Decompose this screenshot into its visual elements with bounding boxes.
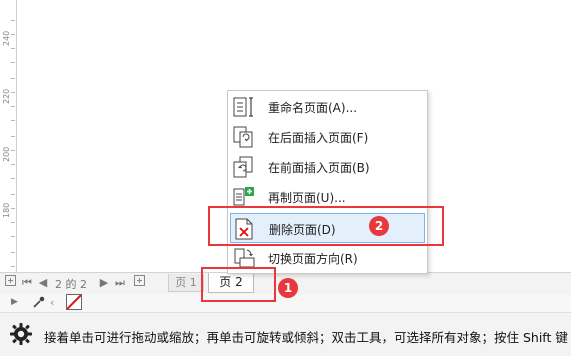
expand-arrow-icon[interactable]: ▶	[11, 297, 18, 307]
menu-item-insert-page-before[interactable]: 在前面插入页面(B)	[228, 152, 427, 182]
menu-item-insert-page-after[interactable]: 在后面插入页面(F)	[228, 122, 427, 152]
menu-item-rename-page[interactable]: 重命名页面(A)...	[228, 92, 427, 122]
highlight-box-page-tab	[201, 267, 276, 302]
page-options-icon[interactable]	[4, 275, 16, 291]
previous-page-button[interactable]: ◀	[37, 275, 49, 291]
highlight-box-delete	[208, 206, 444, 246]
menu-item-label: 再制页面(U)...	[268, 191, 346, 205]
menu-item-label: 切换页面方向(R)	[268, 252, 358, 266]
vertical-ruler[interactable]: 240 220 200 180	[0, 0, 17, 272]
ruler-label-180: 180	[2, 202, 11, 218]
step-badge-1: 1	[278, 278, 298, 298]
next-page-button[interactable]: ▶	[98, 275, 110, 291]
first-page-button[interactable]: ⏮	[21, 275, 33, 291]
page-counter: 2 的 2	[55, 278, 87, 291]
eyedropper-icon[interactable]	[32, 295, 46, 312]
last-page-button[interactable]: ⏭	[114, 275, 126, 291]
insert-page-before-icon	[233, 156, 253, 178]
ruler-label-240: 240	[2, 30, 11, 46]
page-context-menu: 重命名页面(A)... 在后面插入页面(F) 在前面插入页面(B) 再制页面(U…	[227, 90, 428, 274]
rename-page-icon	[233, 97, 253, 117]
status-bar: 接着单击可进行拖动或缩放；再单击可旋转或倾斜；双击工具，可选择所有对象；按住 S…	[0, 313, 571, 356]
menu-item-label: 重命名页面(A)...	[268, 101, 358, 115]
ruler-label-200: 200	[2, 146, 11, 162]
status-hint-text: 接着单击可进行拖动或缩放；再单击可旋转或倾斜；双击工具，可选择所有对象；按住 S…	[44, 330, 568, 345]
insert-page-after-icon	[233, 126, 253, 148]
gear-icon[interactable]	[9, 322, 33, 346]
ruler-label-220: 220	[2, 88, 11, 104]
menu-item-label: 在后面插入页面(F)	[268, 131, 369, 145]
tab-page-1[interactable]: 页 1	[168, 274, 204, 292]
menu-item-label: 在前面插入页面(B)	[268, 161, 370, 175]
step-badge-2: 2	[369, 216, 389, 236]
scroll-left-icon[interactable]: ‹	[50, 296, 54, 309]
add-page-icon[interactable]	[132, 275, 146, 291]
no-color-swatch[interactable]	[66, 294, 82, 310]
